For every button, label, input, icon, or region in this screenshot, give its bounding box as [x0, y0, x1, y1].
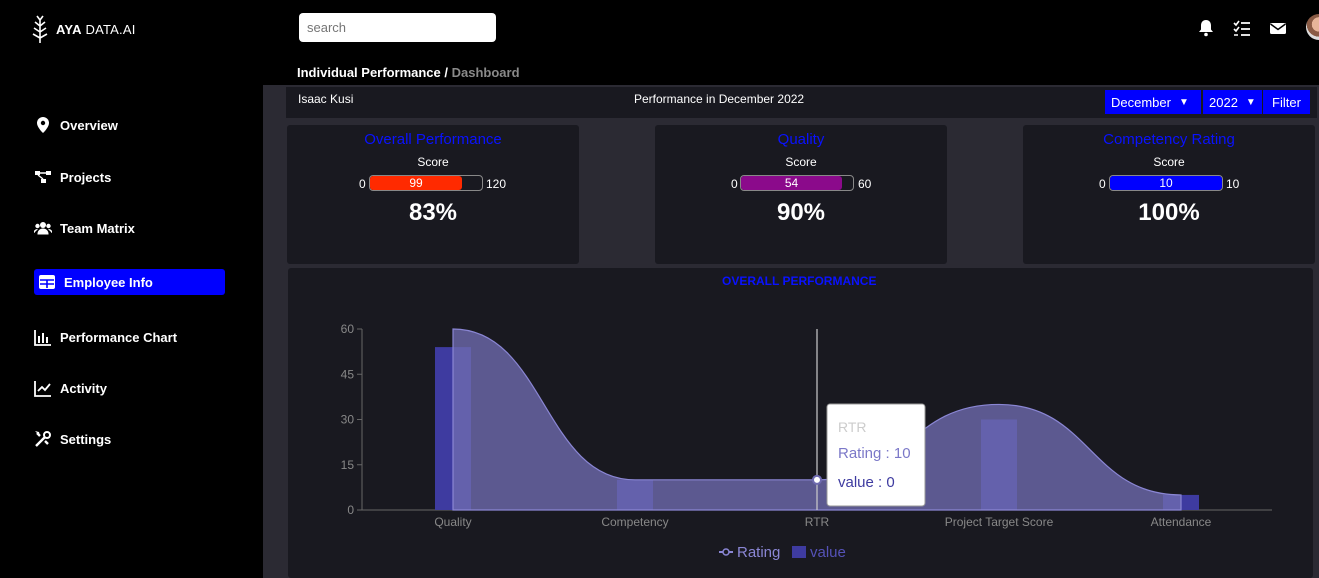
location-pin-icon: [37, 117, 49, 133]
card-percent: 90%: [776, 199, 826, 226]
quality-card: Quality Score 0 54 60 90%: [655, 125, 947, 264]
chart-panel: [288, 268, 1313, 578]
sidebar: AYA DATA.AI Overview Projects Team Matri…: [0, 0, 263, 578]
sidebar-item-label: Activity: [60, 380, 107, 396]
sidebar-item-label: Employee Info: [64, 274, 153, 290]
bar-chart-icon: [34, 330, 51, 346]
card-title: Overall Performance: [364, 131, 502, 148]
breadcrumb-separator: /: [440, 65, 452, 80]
year-select-value: 2022: [1209, 94, 1238, 110]
filter-button-label: Filter: [1272, 94, 1301, 110]
chevron-down-icon: ▼: [1178, 96, 1189, 108]
card-title: Quality: [777, 131, 825, 148]
progress-max: 60: [858, 177, 872, 191]
sidebar-item-overview[interactable]: Overview: [34, 112, 118, 138]
sidebar-item-label: Team Matrix: [60, 220, 135, 236]
sidebar-item-settings[interactable]: Settings: [34, 426, 111, 452]
employee-name: Isaac Kusi: [298, 92, 354, 106]
mail-icon[interactable]: [1269, 19, 1287, 37]
progress-min: 0: [359, 177, 366, 191]
card-score-label: Score: [417, 155, 449, 169]
brand-logo[interactable]: AYA DATA.AI: [30, 14, 136, 44]
filter-button[interactable]: Filter: [1263, 90, 1310, 114]
line-chart-icon: [34, 381, 51, 397]
month-select-value: December: [1111, 94, 1171, 110]
card-title: Competency Rating: [1103, 131, 1235, 148]
overall-performance-card: Overall Performance Score 0 99 120 83%: [287, 125, 579, 264]
tree-logo-icon: [32, 15, 48, 43]
sidebar-item-label: Overview: [60, 117, 118, 133]
performance-period-title: Performance in December 2022: [634, 92, 805, 106]
breadcrumb: Individual Performance / Dashboard: [297, 65, 520, 80]
progress-min: 0: [731, 177, 738, 191]
table-icon: [39, 275, 55, 289]
sidebar-item-team-matrix[interactable]: Team Matrix: [34, 215, 135, 241]
sidebar-item-employee-info[interactable]: Employee Info: [34, 269, 225, 295]
progress-value: 54: [784, 176, 799, 190]
chevron-down-icon: ▼: [1245, 96, 1256, 108]
chart-title: OVERALL PERFORMANCE: [722, 274, 877, 288]
sidebar-item-label: Settings: [60, 431, 112, 447]
competency-rating-card: Competency Rating Score 0 10 10 100%: [1023, 125, 1315, 264]
progress-max: 120: [486, 177, 507, 191]
progress-value: 10: [1159, 176, 1173, 190]
sidebar-item-label: Performance Chart: [60, 329, 178, 345]
breadcrumb-page[interactable]: Dashboard: [452, 65, 520, 80]
progress-min: 0: [1099, 177, 1106, 191]
card-percent: 100%: [1138, 199, 1200, 226]
tools-icon: [35, 431, 51, 447]
brand-name: AYA DATA.AI: [56, 21, 136, 37]
card-percent: 83%: [408, 199, 458, 226]
sidebar-item-projects[interactable]: Projects: [34, 164, 111, 190]
year-select[interactable]: 2022 ▼: [1203, 90, 1262, 114]
card-score-label: Score: [785, 155, 817, 169]
card-score-label: Score: [1153, 155, 1185, 169]
sidebar-item-label: Projects: [60, 169, 112, 185]
month-select[interactable]: December ▼: [1105, 90, 1201, 114]
sidebar-item-performance-chart[interactable]: Performance Chart: [34, 324, 177, 350]
tasks-icon[interactable]: [1233, 19, 1251, 37]
progress-max: 10: [1226, 177, 1240, 191]
sidebar-item-activity[interactable]: Activity: [34, 375, 107, 401]
breadcrumb-current: Individual Performance: [297, 65, 441, 80]
users-icon: [34, 222, 52, 235]
progress-value: 99: [409, 176, 423, 190]
search-input[interactable]: [299, 13, 496, 42]
bell-icon[interactable]: [1197, 19, 1215, 37]
sitemap-icon: [35, 171, 51, 183]
